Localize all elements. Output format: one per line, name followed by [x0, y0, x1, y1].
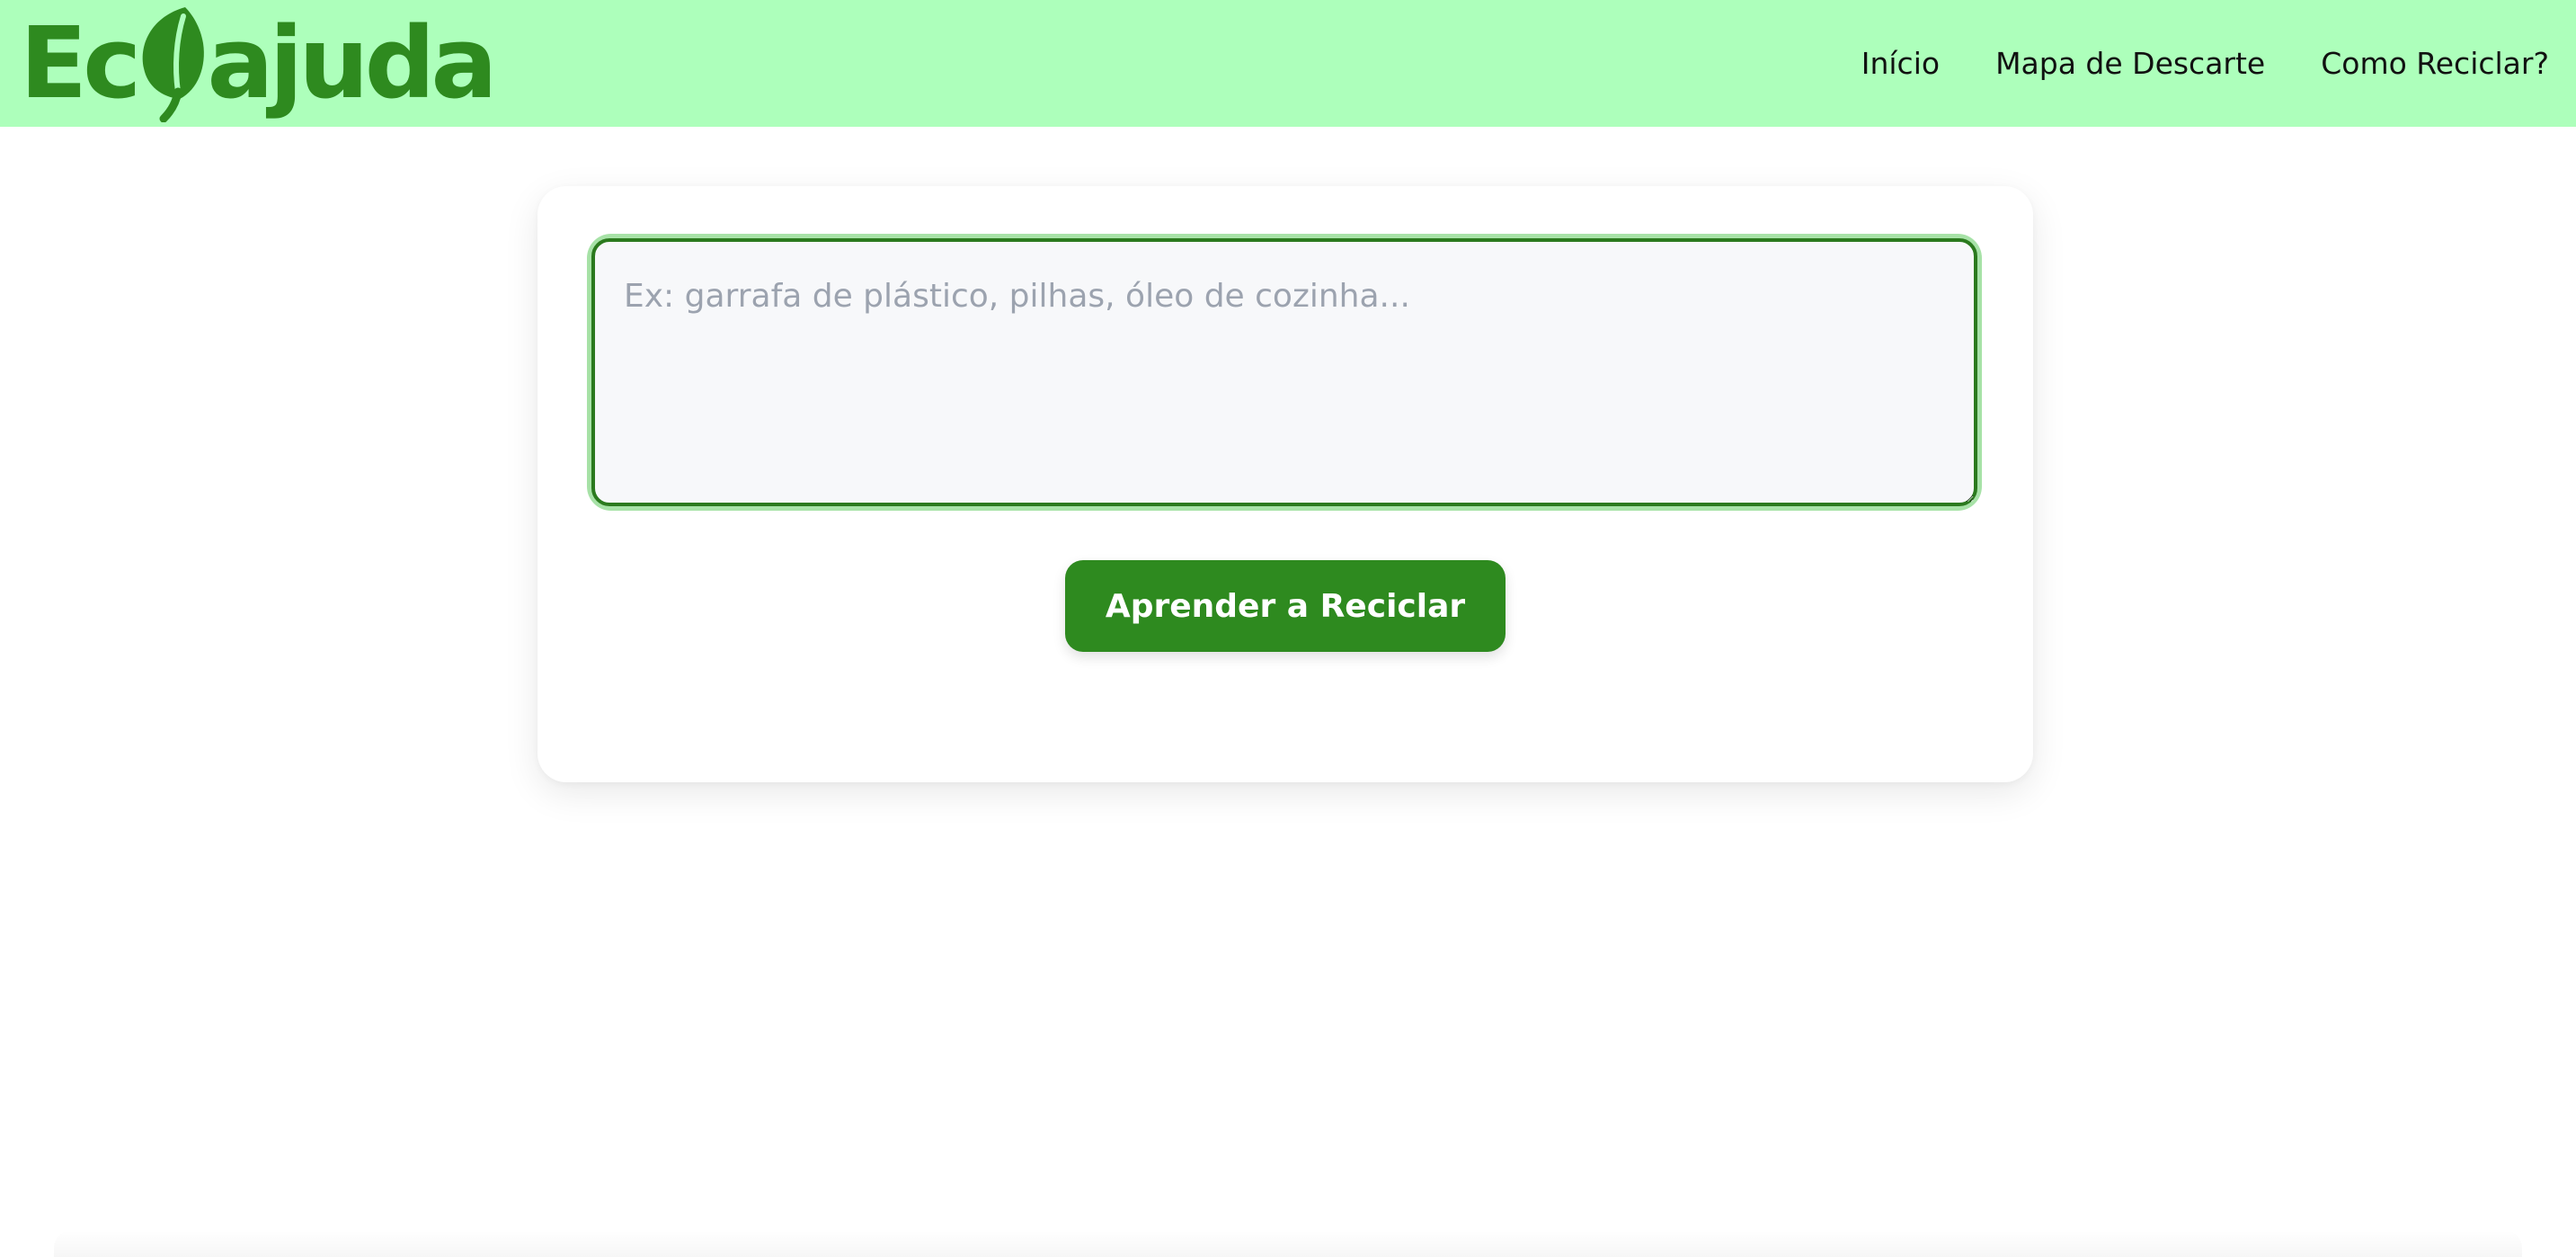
site-header: Ec ajuda Início Mapa de Descarte Como Re… [0, 0, 2576, 127]
nav-link-mapa-de-descarte[interactable]: Mapa de Descarte [1995, 46, 2265, 81]
learn-to-recycle-button[interactable]: Aprender a Reciclar [1065, 560, 1506, 652]
nav-link-como-reciclar[interactable]: Como Reciclar? [2321, 46, 2549, 81]
footer-edge [54, 1230, 2522, 1257]
leaf-icon [135, 4, 212, 122]
main-nav: Início Mapa de Descarte Como Reciclar? [1861, 0, 2549, 127]
search-card: Aprender a Reciclar [537, 186, 2033, 782]
nav-link-inicio[interactable]: Início [1861, 46, 1940, 81]
logo-text-suffix: ajuda [207, 5, 497, 120]
search-input[interactable] [591, 238, 1977, 506]
logo-text-prefix: Ec [20, 5, 141, 120]
search-input-wrapper [591, 238, 1977, 506]
logo-link[interactable]: Ec ajuda [20, 4, 498, 122]
